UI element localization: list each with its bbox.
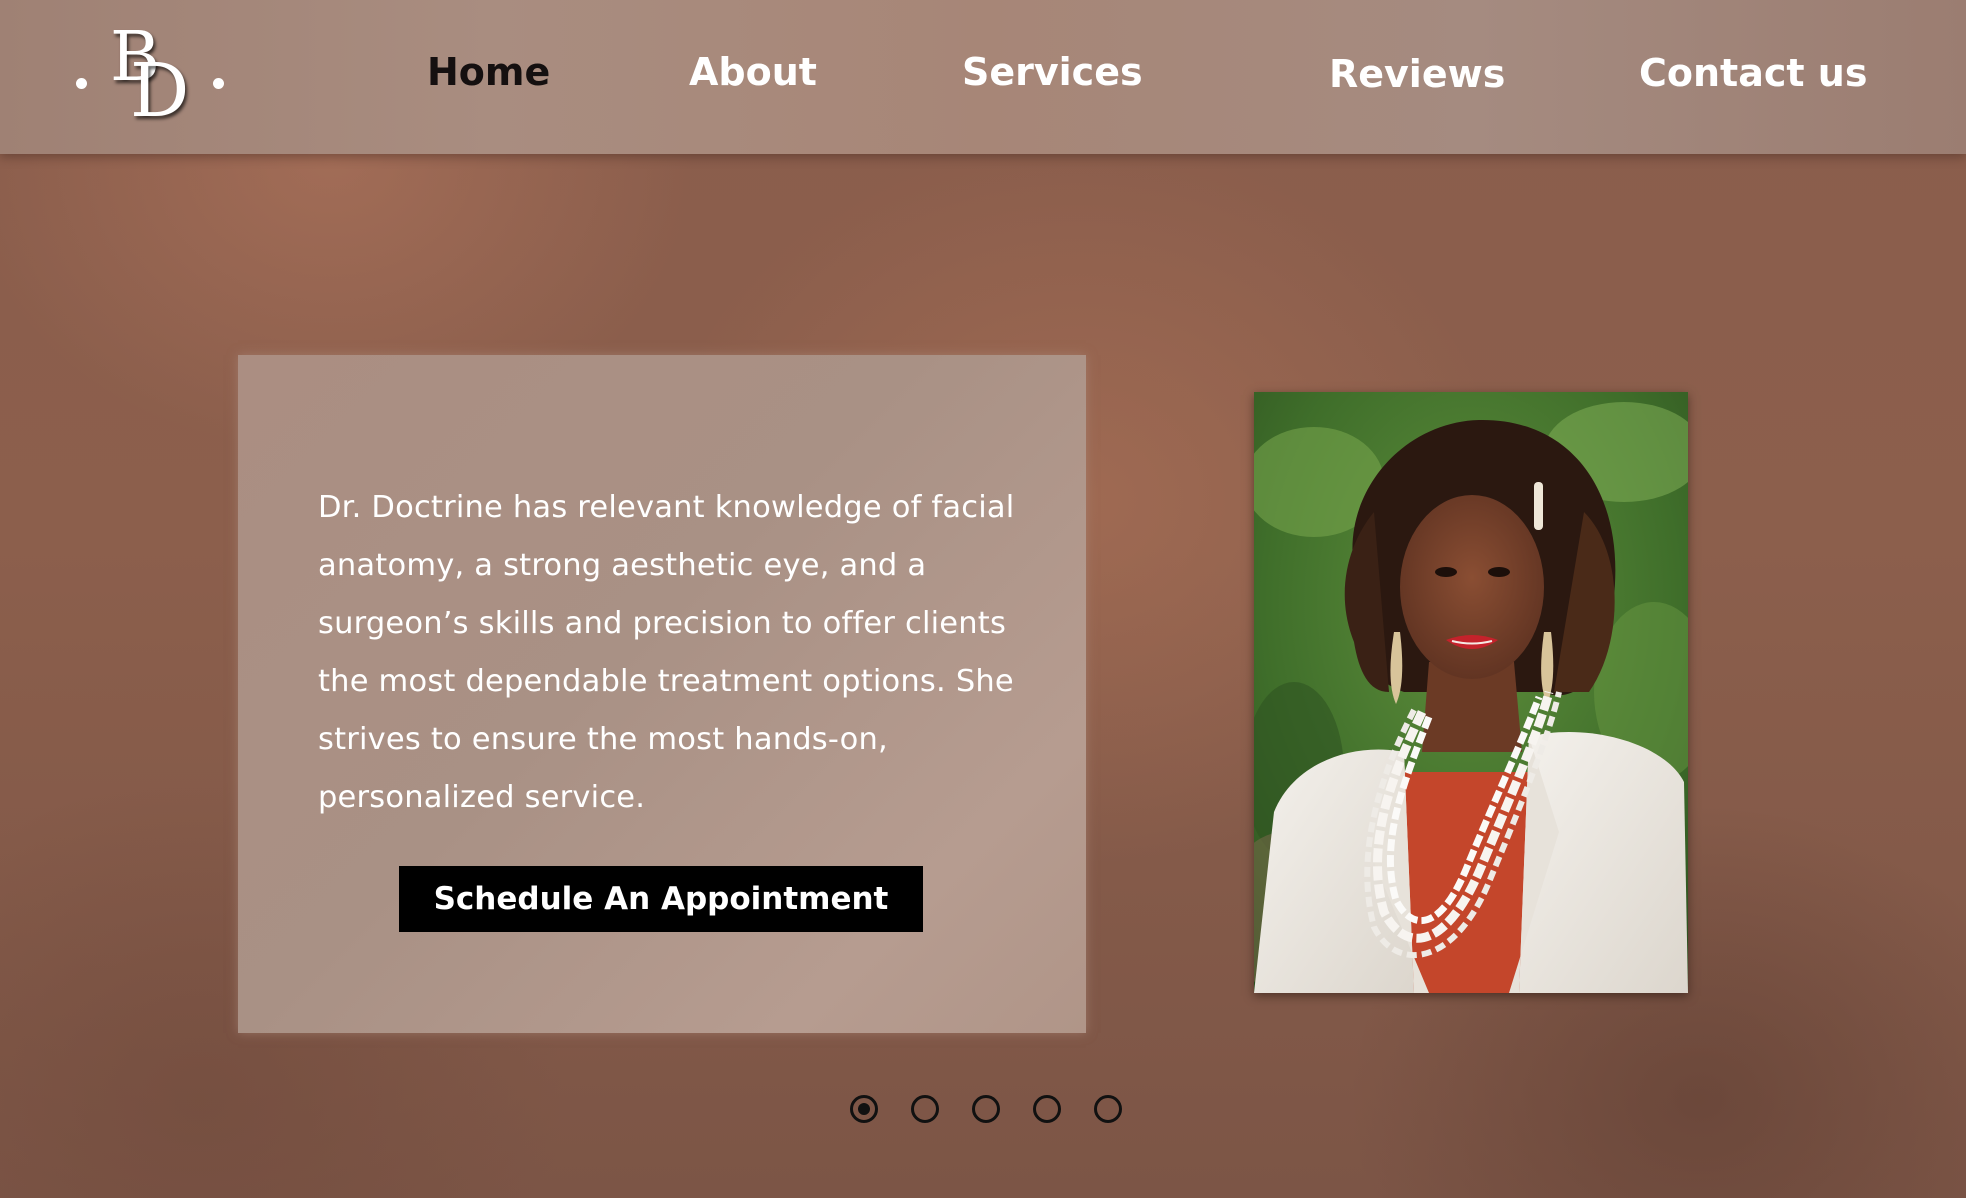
carousel-pagination (850, 1095, 1122, 1125)
logo-monogram: B D (72, 18, 232, 136)
brand-logo[interactable]: B D (72, 18, 232, 136)
carousel-dot-1[interactable] (850, 1095, 878, 1123)
nav-contact-link[interactable]: Contact us (1639, 51, 1867, 95)
nav-home-link[interactable]: Home (427, 50, 550, 94)
nav-reviews-link[interactable]: Reviews (1329, 52, 1505, 96)
hero-text-card: Dr. Doctrine has relevant knowledge of f… (238, 355, 1086, 1033)
nav-about-link[interactable]: About (689, 50, 817, 94)
schedule-appointment-button[interactable]: Schedule An Appointment (399, 866, 923, 932)
carousel-dot-2[interactable] (911, 1095, 939, 1123)
logo-letter-d: D (130, 48, 190, 134)
nav-services-link[interactable]: Services (962, 50, 1143, 94)
logo-dot-right (213, 78, 224, 89)
doctor-portrait-photo (1254, 392, 1688, 993)
doctor-bio-text: Dr. Doctrine has relevant knowledge of f… (318, 490, 1015, 815)
site-header: B D Home About Services Reviews Contact … (0, 0, 1966, 154)
carousel-dot-5[interactable] (1094, 1095, 1122, 1123)
carousel-dot-3[interactable] (972, 1095, 1000, 1123)
carousel-dot-4[interactable] (1033, 1095, 1061, 1123)
